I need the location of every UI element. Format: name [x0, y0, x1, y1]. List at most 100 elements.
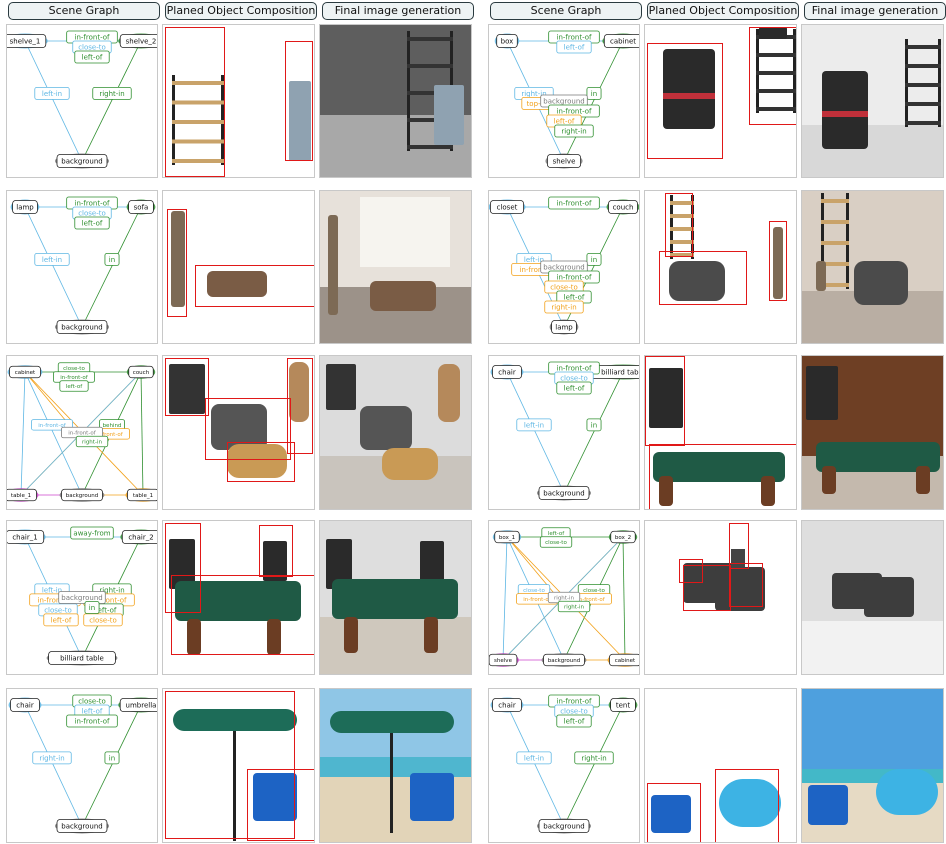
scene-graph-panel: box_1 box_2 background shelve cabinet left-of…: [488, 520, 640, 675]
graph-node: background: [55, 818, 109, 834]
generated-image-panel: [319, 190, 472, 344]
scene-graph: lamp sofa background in-front-of close-to lef…: [10, 196, 156, 335]
graph-node: box_1: [492, 530, 522, 544]
edge-label: right-in: [574, 751, 614, 765]
bounding-box: [195, 265, 314, 307]
edge-label-text: left-of: [82, 54, 103, 62]
scene-graph: box_1 box_2 background shelve cabinet left-of…: [489, 527, 639, 667]
edge-label-text: right-in: [82, 439, 102, 445]
bounding-box: [729, 563, 763, 607]
scene-graph: chair tent background in-front-of close-to le…: [490, 694, 638, 834]
graph-node-label: chair_1: [12, 534, 37, 542]
graph-node: background: [59, 488, 105, 502]
graph-node: chair: [490, 364, 524, 380]
scene-graph-panel: chair umbrella background close-to left-of in…: [6, 688, 158, 843]
graph-node-label: cabinet: [610, 38, 636, 46]
graph-node-label: shelve_1: [10, 38, 41, 46]
scene-graph-panel: lamp sofa background in-front-of close-to lef…: [6, 190, 158, 344]
graph-node-label: table_1: [133, 493, 153, 499]
bounding-box: [165, 27, 225, 177]
edge-label: close-to: [83, 613, 123, 627]
edge-label-text: close-to: [89, 616, 117, 624]
edge-label: left-of: [43, 613, 79, 627]
bounding-box: [665, 193, 693, 257]
sofa-object: [370, 281, 436, 311]
lamp-object: [816, 261, 826, 291]
edge-label: left-of: [74, 50, 110, 64]
edge-label-text: behind: [103, 423, 122, 429]
bounding-box: [645, 356, 685, 446]
column-header: Final image generation: [322, 2, 474, 20]
graph-node-label: chair: [16, 702, 34, 710]
edge-label: close-to: [539, 536, 573, 548]
edge-label: left-of: [59, 380, 89, 392]
scene-graph: shelve_1 shelve_2 background in-front-of clo…: [7, 30, 157, 169]
graph-node-label: box: [501, 38, 514, 46]
graph-node: cabinet: [607, 653, 639, 667]
composition-panel: [644, 190, 797, 344]
bounding-box: [749, 27, 796, 125]
graph-node: background: [541, 653, 587, 667]
graph-node: box_2: [608, 530, 638, 544]
edge-label: left-in: [516, 418, 552, 432]
graph-node: chair: [490, 697, 524, 713]
scene-graph-panel: chair billiard table background in-front-of…: [488, 355, 640, 510]
edge-label-text: right-in: [39, 754, 64, 762]
graph-node-label: billiard table: [601, 369, 639, 377]
box-object: [864, 577, 914, 617]
edge-label-text: in-front-of: [75, 34, 110, 42]
bounding-box: [647, 43, 723, 159]
scene-graph: box cabinet shelve in-front-of left-of right-…: [494, 30, 639, 169]
graph-node-label: couch: [133, 370, 150, 376]
generated-image-panel: [801, 355, 944, 510]
graph-node-label: lamp: [16, 204, 34, 212]
edge-label-text: left-in: [42, 256, 62, 264]
graph-node: shelve_2: [118, 33, 157, 49]
graph-node: background: [55, 153, 109, 169]
background-floor: [320, 617, 471, 674]
edge-label-text: close-to: [560, 375, 588, 383]
edge-label-text: left-of: [564, 294, 585, 302]
graph-edge: [506, 704, 565, 827]
edge-label-text: left-in: [42, 90, 62, 98]
graph-edge: [140, 371, 144, 496]
composition-panel: [644, 688, 797, 843]
bounding-box: [647, 783, 701, 842]
edge-label: left-in: [516, 751, 552, 765]
edge-label-text: in-front-of: [557, 200, 592, 208]
edge-label: in: [104, 253, 120, 266]
graph-node-label: background: [543, 490, 584, 498]
graph-node: background: [537, 485, 591, 501]
scene-graph: chair_1 chair_2 billiard table away-from lef…: [7, 526, 157, 666]
graph-node: background: [55, 319, 109, 335]
bounding-box: [769, 221, 787, 301]
bounding-box: [171, 575, 314, 655]
edge-label-text: left-of: [51, 616, 72, 624]
bounding-box: [165, 358, 209, 416]
couch-object: [854, 261, 908, 305]
umbrella-object: [330, 711, 454, 733]
table-object: [382, 448, 438, 480]
edge-label-text: close-to: [583, 588, 605, 594]
graph-node: shelve_1: [7, 33, 48, 49]
graph-node-label: shelve: [494, 658, 513, 664]
graph-node-label: billiard table: [60, 655, 104, 663]
edge-label-text: in-front-of: [557, 108, 592, 116]
cabinet-object: [822, 71, 868, 149]
scene-graph-panel: chair tent background in-front-of close-to le…: [488, 688, 640, 843]
edge-label-text: right-in: [581, 754, 606, 762]
graph-node-label: chair: [498, 369, 516, 377]
edge-label-text: close-to: [44, 606, 72, 614]
edge-label: in: [586, 253, 602, 266]
column-header: Final image generation: [804, 2, 946, 20]
graph-edge: [24, 206, 83, 328]
bounding-box: [683, 565, 731, 611]
scene-graph-panel: chair_1 chair_2 billiard table away-from lef…: [6, 520, 158, 675]
graph-node-label: chair_2: [128, 534, 153, 542]
graph-node-label: chair: [498, 702, 516, 710]
generated-image-panel: [319, 688, 472, 843]
graph-node-label: shelve: [553, 158, 576, 166]
generated-image-panel: [801, 520, 944, 675]
chair-object: [420, 541, 444, 581]
edge-label-text: close-to: [523, 588, 545, 594]
